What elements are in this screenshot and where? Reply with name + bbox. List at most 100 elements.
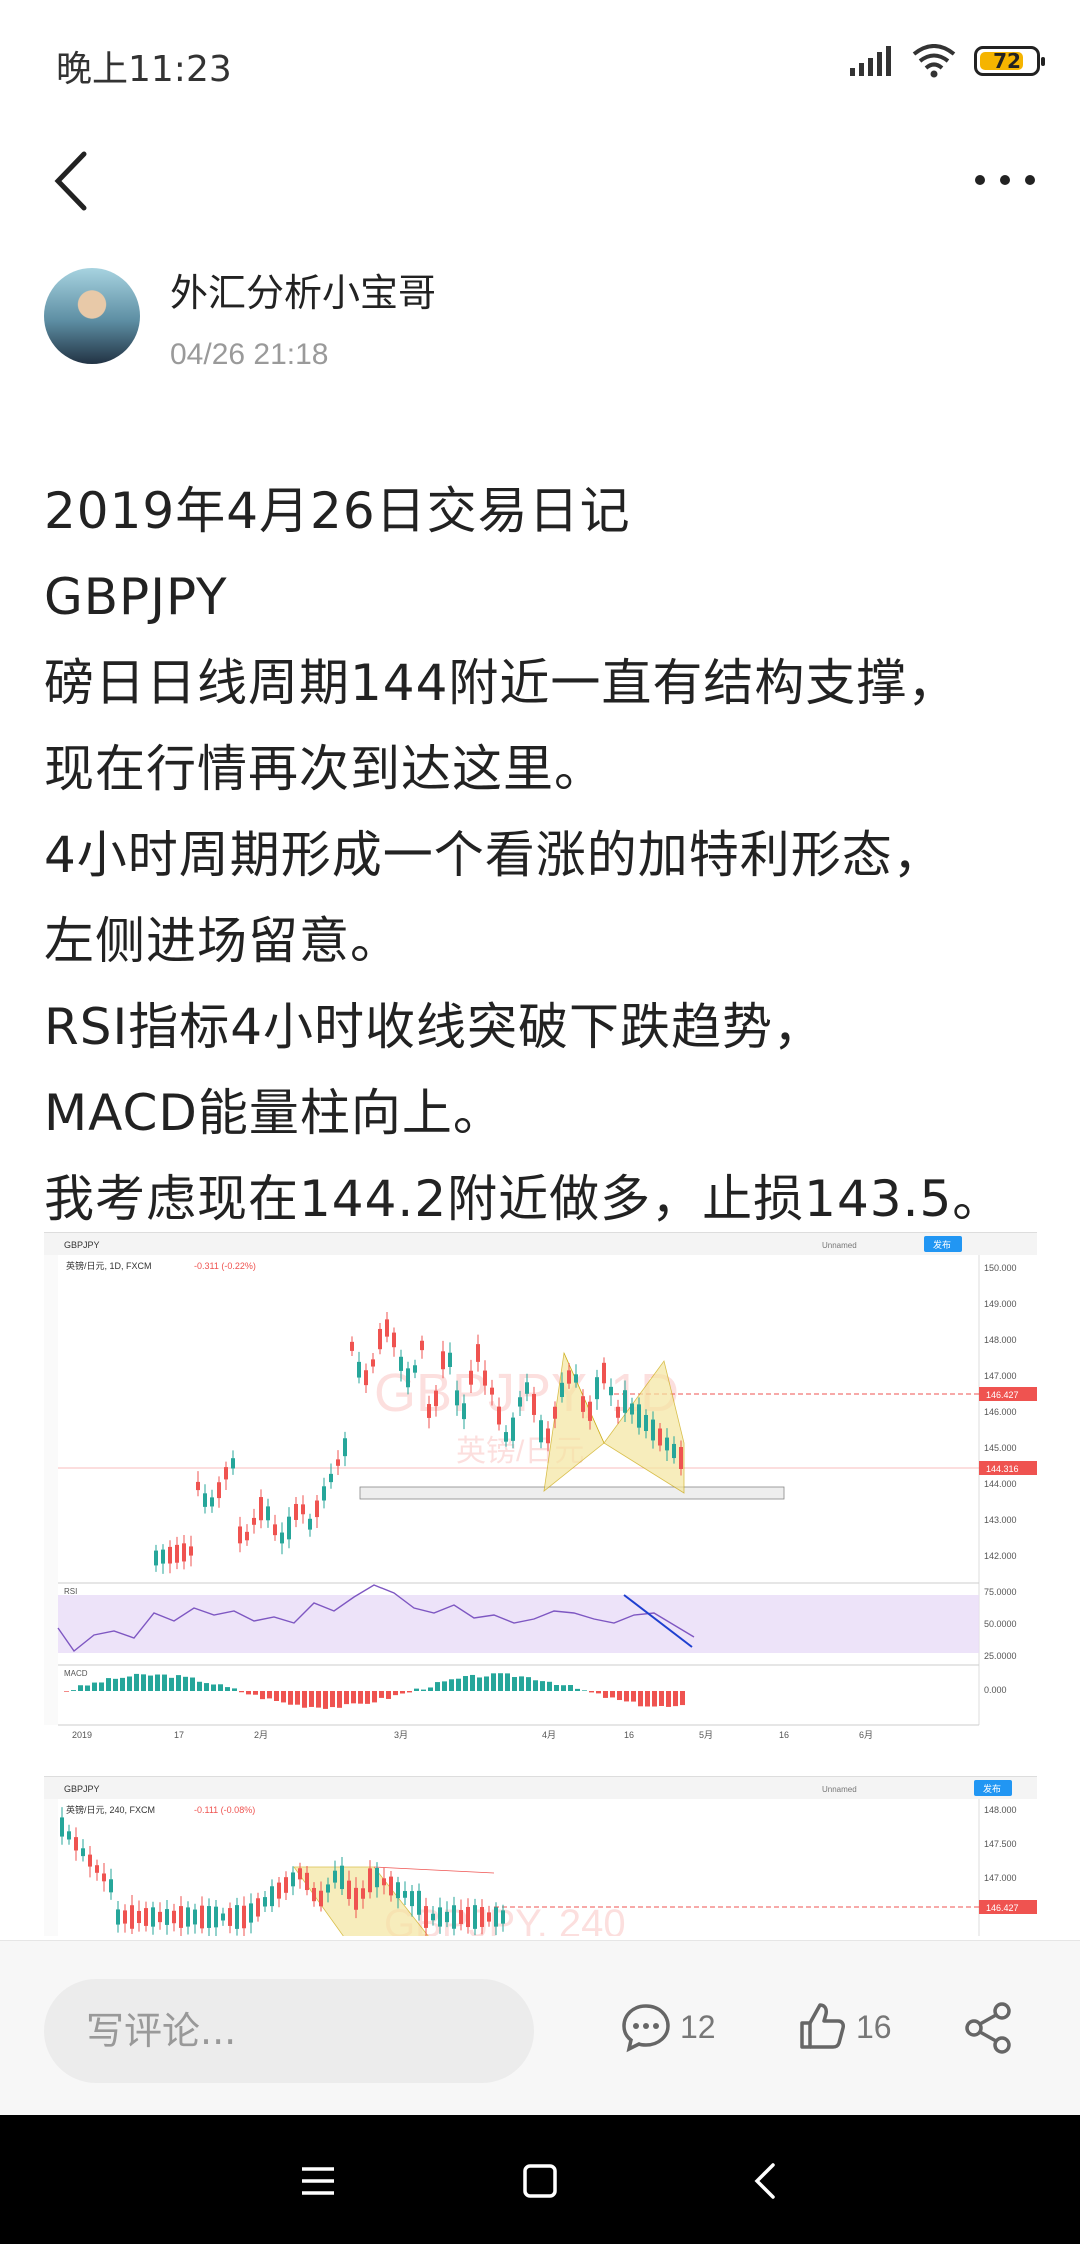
macd-bar bbox=[372, 1691, 377, 1703]
chart1-price-label: 143.000 bbox=[984, 1515, 1017, 1525]
candle-body bbox=[189, 1546, 193, 1556]
status-icons: 72 bbox=[850, 44, 1045, 78]
macd-bar bbox=[176, 1675, 181, 1691]
chart2-tag: 146.427 bbox=[986, 1903, 1019, 1913]
candle-body bbox=[217, 1482, 221, 1499]
article-line: RSI指标4小时收线突破下跌趋势， bbox=[44, 998, 825, 1056]
candle-body bbox=[623, 1390, 627, 1413]
candle-body bbox=[560, 1382, 564, 1398]
back-icon[interactable] bbox=[737, 2151, 797, 2211]
comments-button[interactable]: 12 bbox=[620, 2001, 716, 2053]
candle-body bbox=[420, 1340, 424, 1351]
macd-bar bbox=[337, 1691, 342, 1708]
candle-body bbox=[158, 1911, 162, 1923]
macd-bar bbox=[316, 1691, 321, 1708]
macd-bar bbox=[589, 1691, 594, 1693]
chart1-x-label: 16 bbox=[624, 1730, 634, 1740]
candle-body bbox=[88, 1854, 92, 1867]
candle-body bbox=[494, 1907, 498, 1927]
like-button[interactable]: 16 bbox=[796, 2001, 892, 2053]
macd-bar bbox=[519, 1676, 524, 1691]
article-line: 我考虑现在144.2附近做多，止损143.5。 bbox=[44, 1170, 1004, 1228]
chevron-left-icon[interactable] bbox=[44, 148, 104, 214]
candle-body bbox=[441, 1351, 445, 1370]
candle-body bbox=[252, 1517, 256, 1525]
candle-body bbox=[193, 1909, 197, 1925]
macd-bar bbox=[323, 1691, 328, 1709]
share-button[interactable] bbox=[962, 2001, 1016, 2055]
candle-body bbox=[228, 1908, 232, 1926]
candle-body bbox=[389, 1876, 393, 1896]
chart1-tag: 144.316 bbox=[986, 1464, 1019, 1474]
candle-body bbox=[532, 1394, 536, 1415]
candle-body bbox=[259, 1497, 263, 1521]
macd-bar bbox=[624, 1691, 629, 1702]
candle-body bbox=[238, 1526, 242, 1544]
macd-bar bbox=[106, 1678, 111, 1691]
candle-body bbox=[431, 1913, 435, 1921]
avatar[interactable] bbox=[44, 268, 140, 364]
macd-bar bbox=[400, 1691, 405, 1694]
macd-bar bbox=[561, 1685, 566, 1691]
candle-body bbox=[609, 1386, 613, 1396]
macd-bar bbox=[99, 1682, 104, 1691]
macd-bar bbox=[274, 1691, 279, 1701]
chart2-symbol: GBPJPY bbox=[64, 1784, 100, 1794]
candle-body bbox=[305, 1872, 309, 1891]
candle-body bbox=[459, 1910, 463, 1924]
candle-body bbox=[200, 1905, 204, 1929]
more-horizontal-icon[interactable] bbox=[970, 160, 1040, 200]
chart2-price-label: 148.000 bbox=[984, 1805, 1017, 1815]
chart2-price-label: 147.500 bbox=[984, 1839, 1017, 1849]
chart1-price-label: 148.000 bbox=[984, 1335, 1017, 1345]
macd-bar bbox=[239, 1691, 244, 1693]
candle-body bbox=[280, 1532, 284, 1544]
macd-bar bbox=[169, 1677, 174, 1691]
candle-body bbox=[452, 1905, 456, 1929]
macd-bar bbox=[638, 1691, 643, 1707]
comment-input[interactable]: 写评论... bbox=[44, 1979, 534, 2083]
candle-body bbox=[284, 1877, 288, 1893]
candle-body bbox=[315, 1500, 319, 1518]
macd-bar bbox=[92, 1682, 97, 1691]
macd-bar bbox=[652, 1691, 657, 1707]
chart2-legend: 英镑/日元, 240, FXCM bbox=[66, 1804, 155, 1815]
chart-image-daily[interactable]: GBPJPY 发布 Unnamed 150.000 149.000 148.00… bbox=[44, 1232, 1037, 1752]
candle-body bbox=[396, 1882, 400, 1899]
macd-bar bbox=[64, 1691, 69, 1692]
candle-body bbox=[322, 1486, 326, 1501]
chart1-x-label: 16 bbox=[779, 1730, 789, 1740]
article-line: MACD能量柱向上。 bbox=[44, 1084, 504, 1142]
candle-body bbox=[375, 1867, 379, 1888]
share-icon bbox=[965, 2002, 1011, 2054]
candle-body bbox=[249, 1903, 253, 1923]
chart1-legend: 英镑/日元, 1D, FXCM bbox=[66, 1260, 152, 1271]
chart1-price-label: 142.000 bbox=[984, 1551, 1017, 1561]
candle-body bbox=[588, 1401, 592, 1421]
chart1-x-label: 2019 bbox=[72, 1730, 92, 1740]
macd-bar bbox=[281, 1691, 286, 1703]
menu-icon[interactable] bbox=[288, 2151, 348, 2211]
macd-bar bbox=[162, 1674, 167, 1691]
candle-body bbox=[490, 1387, 494, 1395]
article-line: GBPJPY bbox=[44, 568, 228, 626]
candle-body bbox=[665, 1437, 669, 1451]
macd-bar bbox=[309, 1691, 314, 1707]
candle-body bbox=[637, 1404, 641, 1428]
home-square-icon[interactable] bbox=[510, 2151, 570, 2211]
macd-bar bbox=[414, 1688, 419, 1691]
candle-body bbox=[263, 1897, 267, 1907]
chart1-price-label: 145.000 bbox=[984, 1443, 1017, 1453]
candle-body bbox=[403, 1891, 407, 1898]
status-bar: 晚上11:23 72 bbox=[0, 0, 1080, 120]
candle-body bbox=[473, 1905, 477, 1929]
candle-body bbox=[357, 1361, 361, 1378]
candle-body bbox=[270, 1886, 274, 1907]
macd-bar bbox=[330, 1691, 335, 1708]
chart-image-4h[interactable]: GBPJPY 发布 Unnamed 英镑/日元, 240, FXCM -0.11… bbox=[44, 1776, 1037, 1936]
candle-body bbox=[312, 1887, 316, 1902]
chart1-price-label: 149.000 bbox=[984, 1299, 1017, 1309]
macd-bar bbox=[253, 1691, 258, 1695]
author-name[interactable]: 外汇分析小宝哥 bbox=[170, 262, 436, 317]
macd-bar bbox=[498, 1673, 503, 1691]
